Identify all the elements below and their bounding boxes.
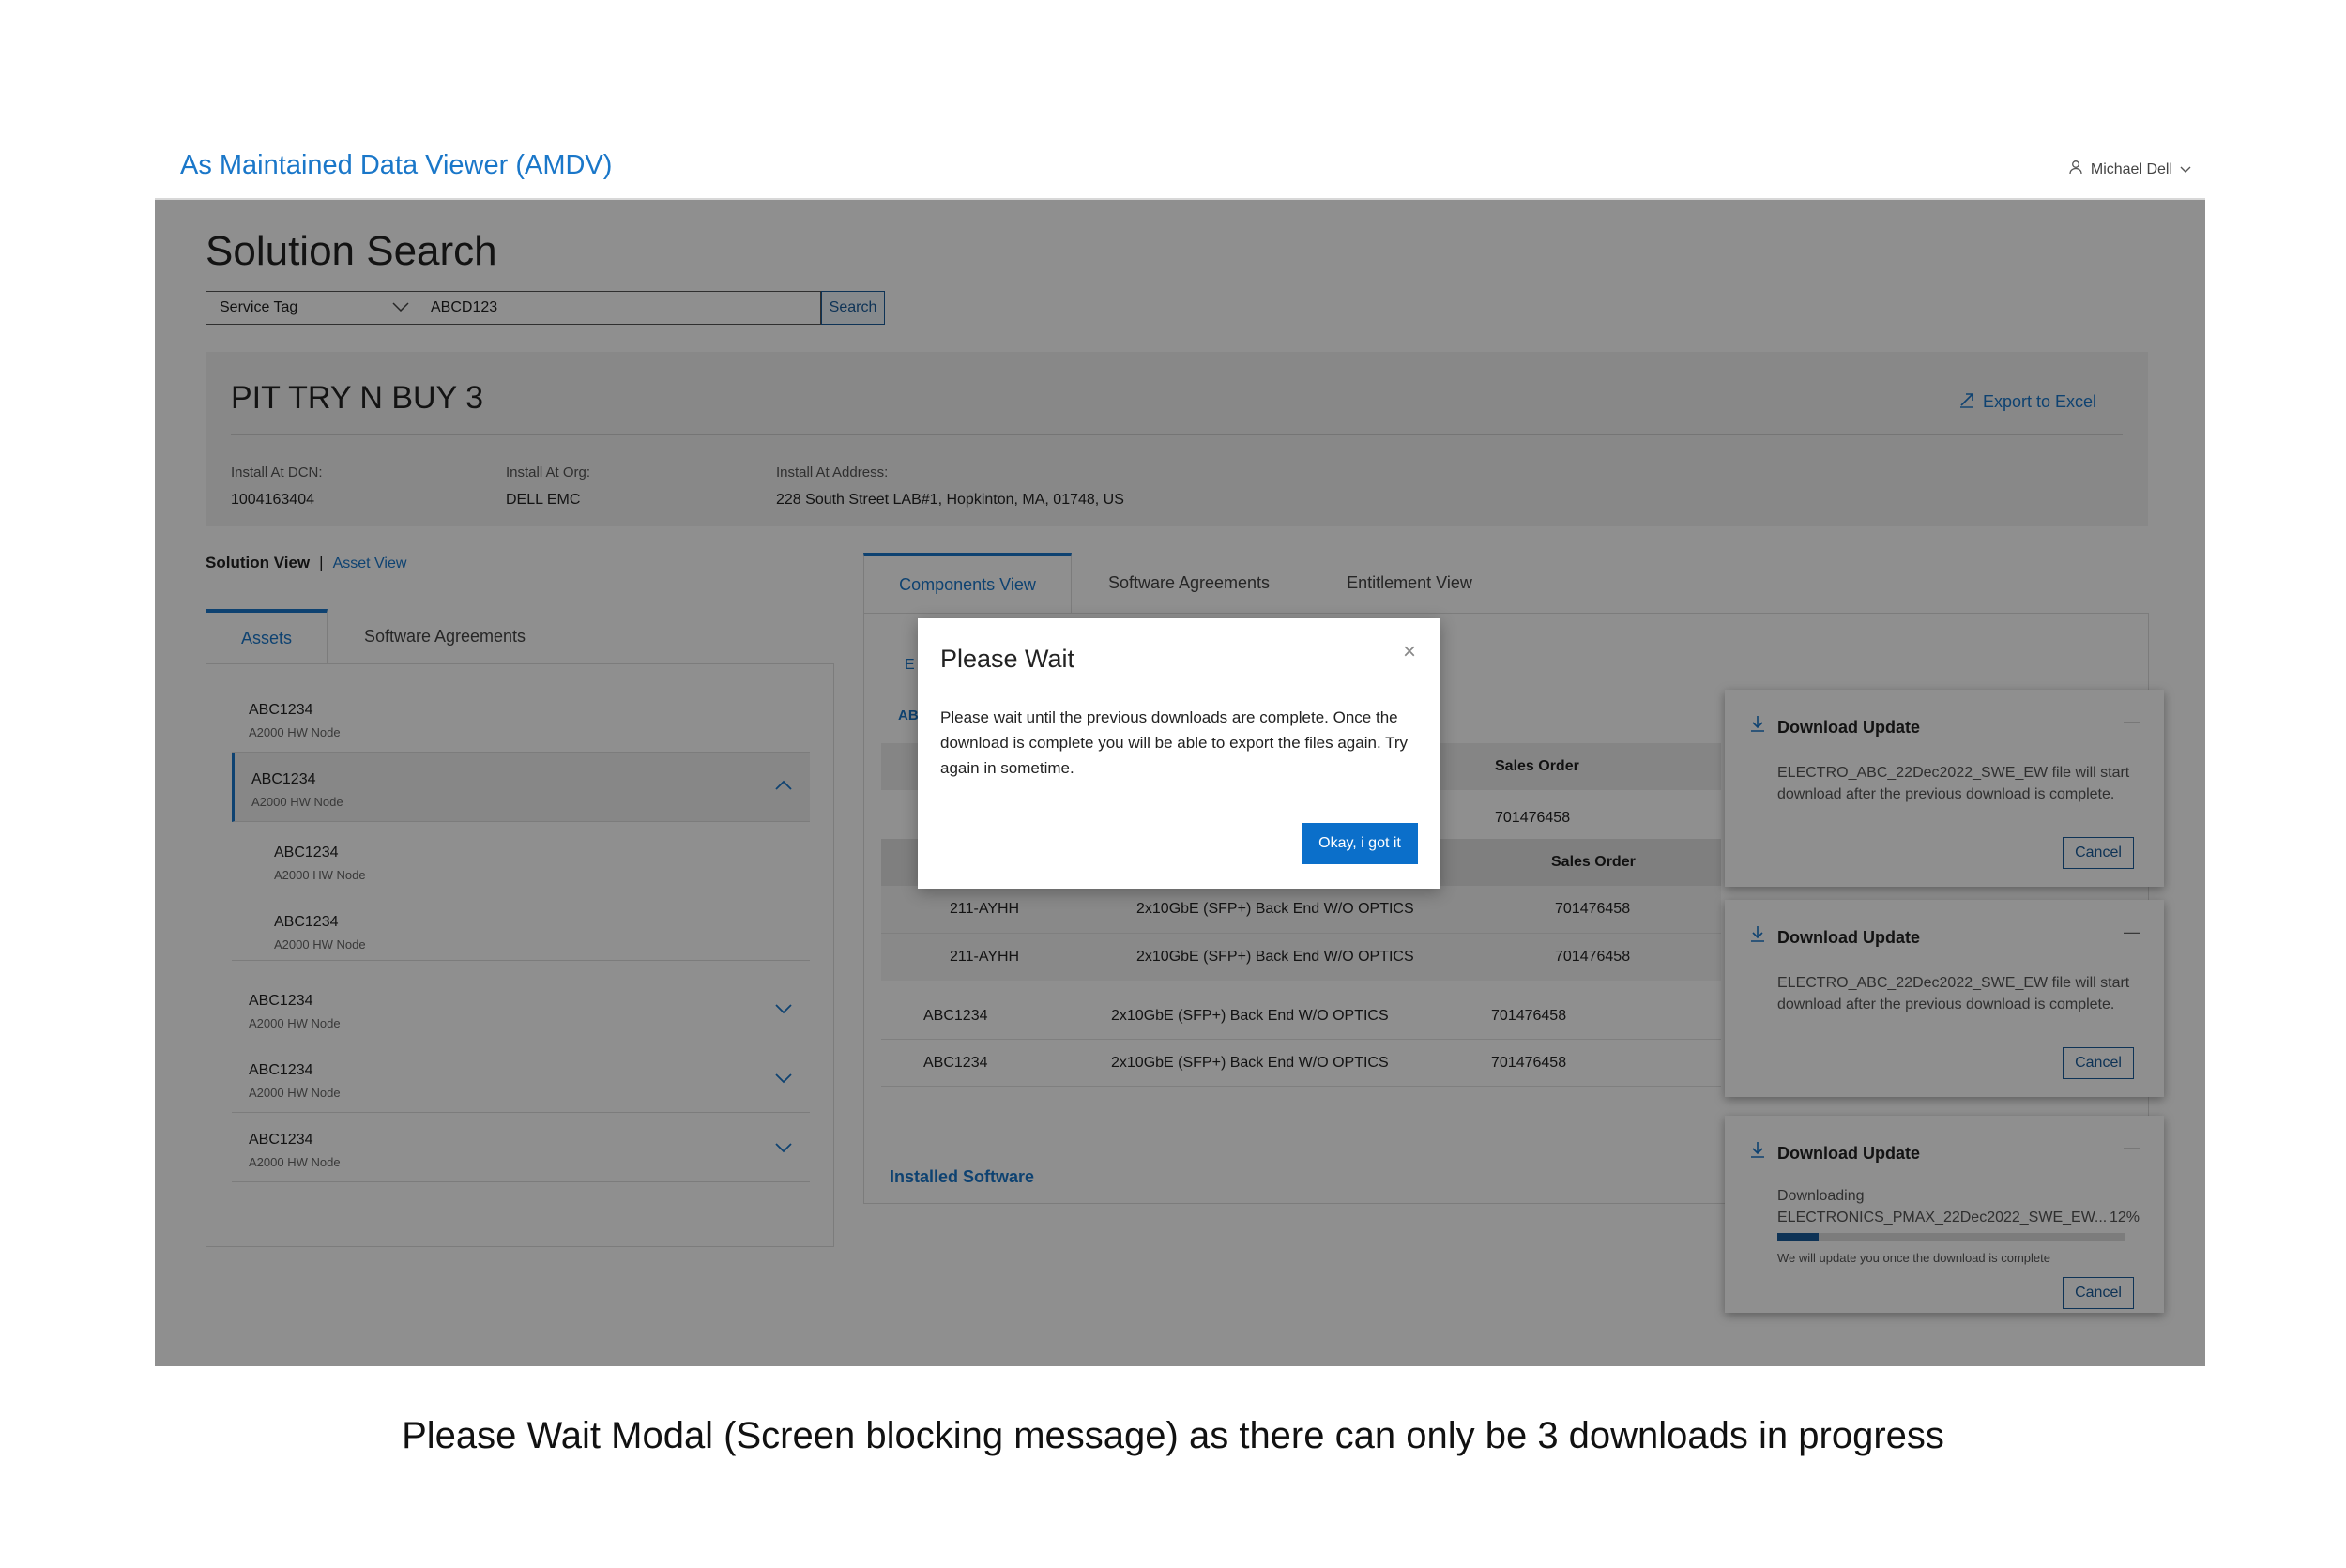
modal-message: Please wait until the previous downloads… <box>940 708 1408 777</box>
figure-caption: Please Wait Modal (Screen blocking messa… <box>402 1415 1944 1456</box>
user-icon <box>2068 160 2083 179</box>
app-title: As Maintained Data Viewer (AMDV) <box>180 150 613 180</box>
user-name: Michael Dell <box>2090 160 2172 177</box>
close-icon[interactable]: × <box>1403 639 1416 665</box>
user-menu[interactable]: Michael Dell <box>2068 160 2191 179</box>
chevron-down-icon <box>2180 161 2191 178</box>
okay-button[interactable]: Okay, i got it <box>1302 823 1418 864</box>
modal-title: Please Wait <box>940 645 1075 673</box>
please-wait-modal: Please Wait × Please wait until the prev… <box>918 618 1440 889</box>
